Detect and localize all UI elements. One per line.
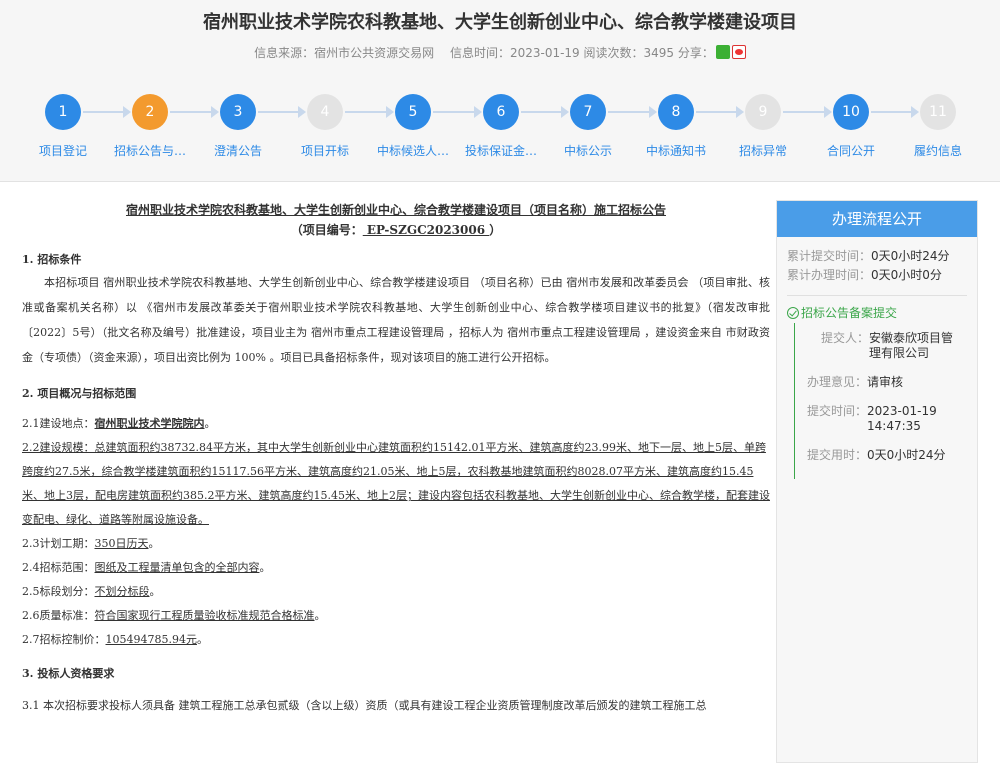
submitter-label: 提交人： bbox=[821, 331, 870, 345]
project-code: EP-SZGC2023006 bbox=[362, 223, 490, 237]
submitter-value: 安徽泰欣项目管理有限公司 bbox=[869, 331, 954, 360]
timeline-detail: 提交人： 安徽泰欣项目管理有限公司 办理意见： 请审核 提交时间： 2023-01-1… bbox=[794, 323, 964, 479]
timeline-node: 招标公告备案提交 bbox=[787, 304, 967, 321]
duration-row: 提交用时： 0天0小时24分 bbox=[795, 448, 964, 463]
submit-time-label: 提交时间： bbox=[807, 404, 868, 418]
sidebar-stats: 累计提交时间：0天0小时24分 累计办理时间：0天0小时0分 bbox=[777, 247, 977, 285]
timeline-node-label: 招标公告备案提交 bbox=[801, 306, 898, 320]
step-circle[interactable]: 8 bbox=[658, 94, 694, 130]
stat-handle-time: 累计办理时间：0天0小时0分 bbox=[787, 266, 967, 285]
page-header: 宿州职业技术学院农科教基地、大学生创新创业中心、综合教学楼建设项目 信息来源：宿… bbox=[0, 0, 1000, 182]
item-2-3-label: 2.3计划工期： bbox=[22, 537, 95, 550]
announcement-content: 宿州职业技术学院农科教基地、大学生创新创业中心、综合教学楼建设项目（项目名称）施… bbox=[22, 200, 770, 718]
item-2-1-label: 2.1建设地点： bbox=[22, 417, 95, 430]
sidebar-header: 办理流程公开 bbox=[777, 201, 977, 237]
step-circle[interactable]: 1 bbox=[45, 94, 81, 130]
step-2[interactable]: 2 招标公告与… bbox=[104, 94, 196, 159]
item-2-6-value: 符合国家现行工程质量验收标准规范合格标准 bbox=[94, 609, 315, 622]
step-circle[interactable]: 6 bbox=[483, 94, 519, 130]
duration-label: 提交用时： bbox=[807, 448, 868, 462]
item-3-1: 3.1 本次招标要求投标人须具备 建筑工程施工总承包贰级（含以上级）资质（或具有… bbox=[22, 699, 707, 712]
submit-time-row: 提交时间： 2023-01-19 14:47:35 bbox=[795, 404, 964, 434]
submitter-row: 提交人： 安徽泰欣项目管理有限公司 bbox=[795, 331, 964, 361]
step-3[interactable]: 3 澄清公告 bbox=[192, 94, 284, 159]
step-circle[interactable]: 9 bbox=[745, 94, 781, 130]
step-circle[interactable]: 11 bbox=[920, 94, 956, 130]
info-meta: 信息来源：宿州市公共资源交易网 信息时间：2023-01-19 阅读次数：349… bbox=[0, 44, 1000, 61]
project-code-close: ） bbox=[489, 223, 502, 237]
process-steps: 1 项目登记 2 招标公告与… 3 澄清公告 4 项目开标 5 中标候选人… 6 投标保证金… 7 中标公… bbox=[0, 94, 1000, 168]
item-2-7-value: 105494785.94元 bbox=[105, 633, 197, 646]
opinion-label: 办理意见： bbox=[807, 375, 868, 389]
info-source: 信息来源：宿州市公共资源交易网 bbox=[254, 46, 435, 60]
step-5[interactable]: 5 中标候选人… bbox=[367, 94, 459, 159]
item-2-7: 2.7招标控制价：105494785.94元。 bbox=[22, 633, 208, 646]
info-time: 信息时间：2023-01-19 阅读次数：3495 分享： bbox=[449, 45, 746, 60]
step-7[interactable]: 7 中标公示 bbox=[542, 94, 634, 159]
item-2-1-value: 宿州职业技术学院院内 bbox=[94, 417, 205, 430]
item-2-5: 2.5标段划分：不划分标段。 bbox=[22, 585, 161, 598]
item-2-3-value: 350日历天 bbox=[94, 537, 149, 550]
section-heading-3: 3. 投标人资格要求 bbox=[22, 667, 115, 680]
step-label[interactable]: 中标候选人… bbox=[367, 142, 459, 159]
stat-submit-time: 累计提交时间：0天0小时24分 bbox=[787, 247, 967, 266]
item-2-1: 2.1建设地点：宿州职业技术学院院内。 bbox=[22, 417, 216, 430]
step-label[interactable]: 合同公开 bbox=[805, 142, 897, 159]
step-11[interactable]: 11 履约信息 bbox=[892, 94, 984, 159]
info-time-text: 信息时间：2023-01-19 阅读次数：3495 分享： bbox=[449, 46, 714, 60]
weibo-share-icon[interactable] bbox=[731, 45, 746, 59]
wechat-share-icon[interactable] bbox=[715, 45, 730, 59]
check-circle-icon bbox=[787, 306, 799, 319]
item-2-5-label: 2.5标段划分： bbox=[22, 585, 95, 598]
stat-submit-time-value: 0天0小时24分 bbox=[871, 249, 950, 263]
doc-title-line2: （项目编号： EP-SZGC2023006 ） bbox=[22, 220, 770, 240]
project-code-label: （项目编号： bbox=[290, 223, 363, 237]
item-2-7-label: 2.7招标控制价： bbox=[22, 633, 106, 646]
stat-submit-time-label: 累计提交时间： bbox=[787, 249, 872, 263]
step-label[interactable]: 招标公告与… bbox=[104, 142, 196, 159]
step-circle[interactable]: 2 bbox=[132, 94, 168, 130]
item-2-6: 2.6质量标准：符合国家现行工程质量验收标准规范合格标准。 bbox=[22, 609, 326, 622]
item-2-4: 2.4招标范围：图纸及工程量清单包含的全部内容。 bbox=[22, 561, 271, 574]
stat-handle-time-value: 0天0小时0分 bbox=[871, 268, 942, 282]
step-label[interactable]: 澄清公告 bbox=[192, 142, 284, 159]
opinion-value: 请审核 bbox=[867, 375, 904, 389]
section-1-paragraph: 本招标项目 宿州职业技术学院农科教基地、大学生创新创业中心、综合教学楼建设项目 … bbox=[22, 276, 770, 364]
step-circle[interactable]: 7 bbox=[570, 94, 606, 130]
stat-handle-time-label: 累计办理时间： bbox=[787, 268, 872, 282]
section-heading-1: 1. 招标条件 bbox=[22, 253, 82, 266]
step-1[interactable]: 1 项目登记 bbox=[17, 94, 109, 159]
doc-title: 宿州职业技术学院农科教基地、大学生创新创业中心、综合教学楼建设项目（项目名称）施… bbox=[22, 200, 770, 240]
step-4[interactable]: 4 项目开标 bbox=[279, 94, 371, 159]
step-circle[interactable]: 5 bbox=[395, 94, 431, 130]
sidebar-divider bbox=[787, 295, 967, 296]
submit-time-value: 2023-01-19 14:47:35 bbox=[867, 404, 937, 433]
step-9[interactable]: 9 招标异常 bbox=[717, 94, 809, 159]
step-10[interactable]: 10 合同公开 bbox=[805, 94, 897, 159]
step-6[interactable]: 6 投标保证金… bbox=[455, 94, 547, 159]
step-circle[interactable]: 3 bbox=[220, 94, 256, 130]
item-2-5-value: 不划分标段 bbox=[94, 585, 150, 598]
item-2-4-label: 2.4招标范围： bbox=[22, 561, 95, 574]
page-title: 宿州职业技术学院农科教基地、大学生创新创业中心、综合教学楼建设项目 bbox=[203, 12, 797, 33]
step-label[interactable]: 项目登记 bbox=[17, 142, 109, 159]
step-label[interactable]: 投标保证金… bbox=[455, 142, 547, 159]
item-2-4-value: 图纸及工程量清单包含的全部内容 bbox=[94, 561, 260, 574]
opinion-row: 办理意见： 请审核 bbox=[795, 375, 964, 390]
step-label[interactable]: 招标异常 bbox=[717, 142, 809, 159]
item-2-2: 2.2建设规模：总建筑面积约38732.84平方米，其中大学生创新创业中心建筑面… bbox=[22, 441, 770, 526]
item-2-6-label: 2.6质量标准： bbox=[22, 609, 95, 622]
duration-value: 0天0小时24分 bbox=[867, 448, 946, 462]
step-label[interactable]: 中标通知书 bbox=[630, 142, 722, 159]
step-label[interactable]: 项目开标 bbox=[279, 142, 371, 159]
step-8[interactable]: 8 中标通知书 bbox=[630, 94, 722, 159]
item-2-3: 2.3计划工期：350日历天。 bbox=[22, 537, 160, 550]
process-sidebar: 办理流程公开 累计提交时间：0天0小时24分 累计办理时间：0天0小时0分 招标… bbox=[776, 200, 978, 763]
step-label[interactable]: 履约信息 bbox=[892, 142, 984, 159]
section-heading-2: 2. 项目概况与招标范围 bbox=[22, 387, 137, 400]
step-circle[interactable]: 10 bbox=[833, 94, 869, 130]
step-label[interactable]: 中标公示 bbox=[542, 142, 634, 159]
step-circle[interactable]: 4 bbox=[307, 94, 343, 130]
doc-title-line1: 宿州职业技术学院农科教基地、大学生创新创业中心、综合教学楼建设项目（项目名称）施… bbox=[125, 203, 666, 217]
